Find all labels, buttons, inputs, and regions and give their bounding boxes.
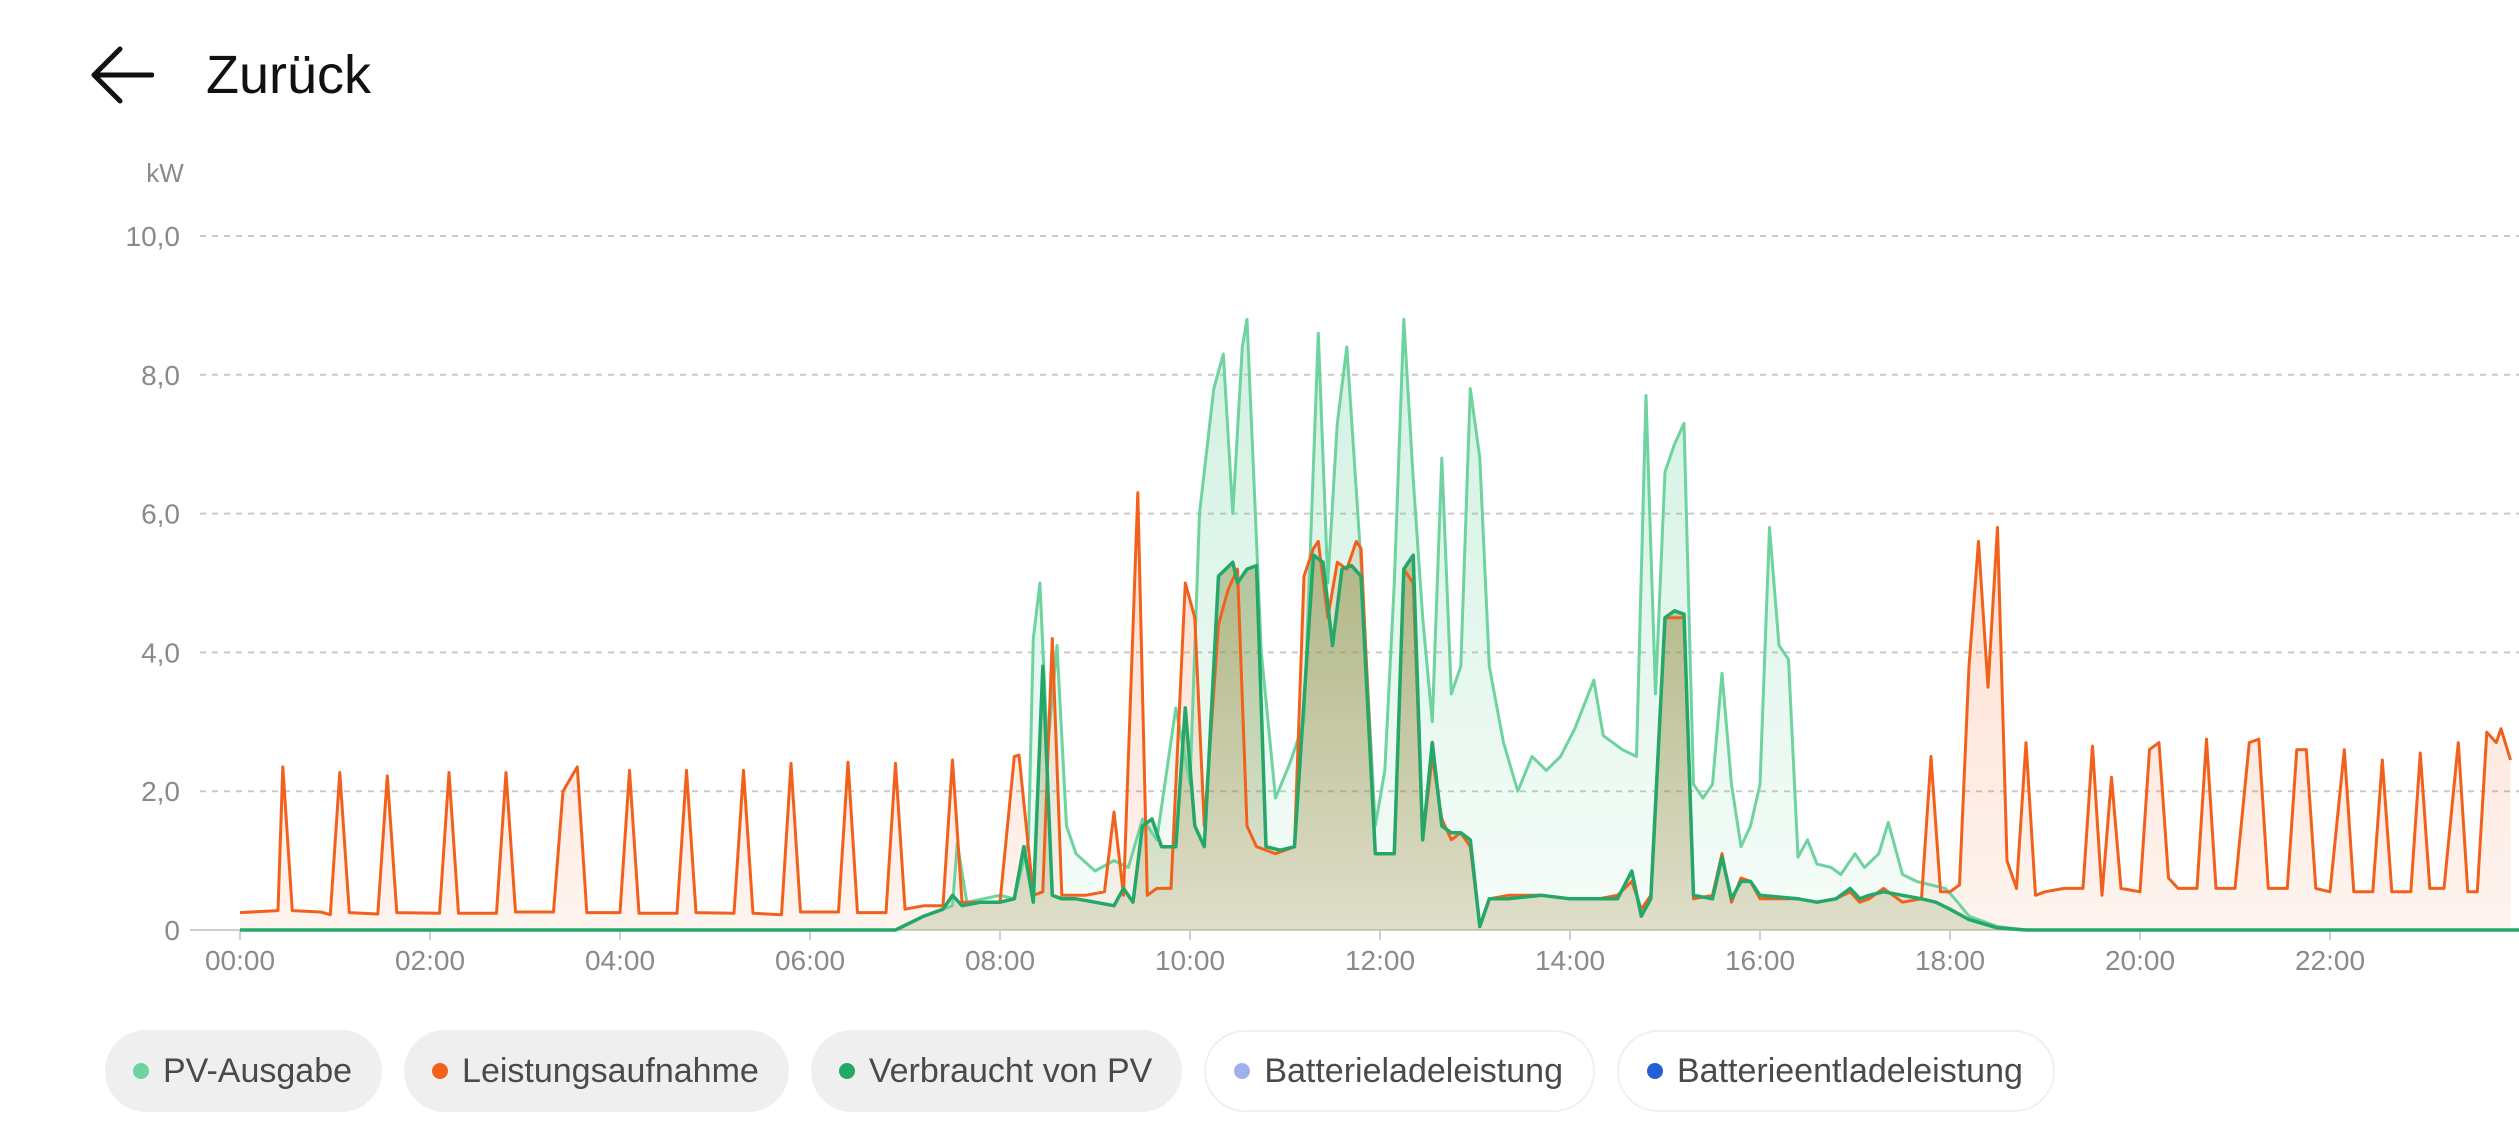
y-tick-label: 6,0 xyxy=(141,499,180,530)
power-chart: kW 0 2,0 4,0 6,0 8,0 10,0 00:00 02:00 04:00 06:00 0… xyxy=(126,158,2519,976)
legend-dot-icon xyxy=(838,1063,855,1079)
x-tick-label: 22:00 xyxy=(2295,945,2365,976)
x-tick-label: 16:00 xyxy=(1725,945,1795,976)
legend-label: PV-Ausgabe xyxy=(163,1051,353,1090)
legend-item[interactable]: Verbraucht von PV xyxy=(810,1030,1183,1112)
y-tick-label: 4,0 xyxy=(141,637,180,668)
legend-item[interactable]: Batterieentladeleistung xyxy=(1616,1030,2055,1112)
y-axis-unit: kW xyxy=(146,158,184,188)
x-tick-label: 14:00 xyxy=(1535,945,1605,976)
x-tick-label: 18:00 xyxy=(1915,945,1985,976)
legend-dot-icon xyxy=(1646,1063,1663,1079)
legend-item[interactable]: PV-Ausgabe xyxy=(105,1030,383,1112)
y-tick-label: 8,0 xyxy=(141,360,180,391)
x-tick-label: 10:00 xyxy=(1155,945,1225,976)
x-tick-label: 20:00 xyxy=(2105,945,2175,976)
legend-label: Verbraucht von PV xyxy=(868,1051,1153,1090)
x-tick-label: 04:00 xyxy=(585,945,655,976)
x-tick-label: 06:00 xyxy=(775,945,845,976)
y-tick-label: 2,0 xyxy=(141,776,180,807)
legend-item[interactable]: Leistungsaufnahme xyxy=(404,1030,789,1112)
legend-dot-icon xyxy=(133,1063,149,1079)
x-tick-label: 02:00 xyxy=(395,945,465,976)
legend-item[interactable]: Batterieladeleistung xyxy=(1204,1030,1595,1112)
legend-label: Leistungsaufnahme xyxy=(462,1051,759,1090)
legend-label: Batterieentladeleistung xyxy=(1676,1051,2023,1090)
x-tick-label: 12:00 xyxy=(1345,945,1415,976)
legend-label: Batterieladeleistung xyxy=(1264,1051,1563,1090)
legend-dot-icon xyxy=(1234,1063,1251,1079)
legend: PV-Ausgabe Leistungsaufnahme Verbraucht vo… xyxy=(105,1030,2055,1112)
x-tick-label: 00:00 xyxy=(205,945,275,976)
legend-dot-icon xyxy=(432,1063,449,1079)
x-tick-label: 08:00 xyxy=(965,945,1035,976)
y-tick-label: 10,0 xyxy=(126,221,181,252)
y-tick-label: 0 xyxy=(164,915,180,946)
